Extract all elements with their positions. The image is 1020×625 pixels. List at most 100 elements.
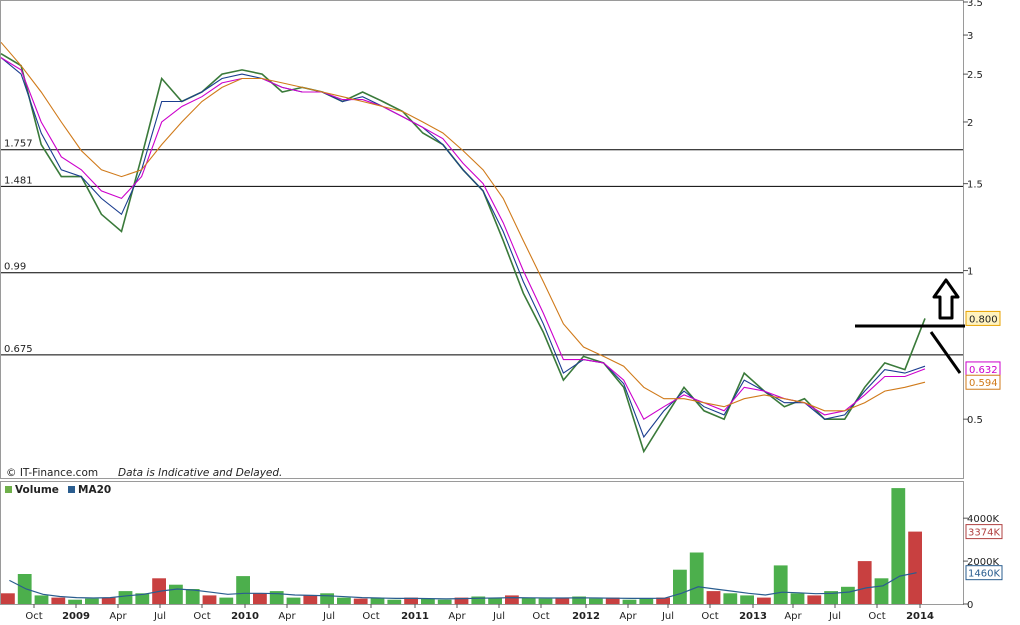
x-tick-label: Jul (322, 611, 335, 621)
price-panel-frame (0, 0, 964, 479)
volume-bar (34, 595, 49, 604)
volume-bars (1, 488, 922, 604)
price-y-tick-label: 2.5 (967, 70, 983, 81)
x-tick-label: Apr (278, 611, 296, 621)
x-tick-label: 2009 (62, 611, 90, 621)
volume-y-tick-label: 0 (967, 600, 973, 611)
volume-bar (202, 595, 217, 604)
x-tick-label: Apr (619, 611, 637, 621)
watermark-text: © IT-Finance.com (6, 467, 98, 479)
x-tick-label: 2014 (906, 611, 934, 621)
price-series-line (0, 41, 926, 412)
volume-bar (723, 593, 738, 604)
volume-bar (51, 597, 66, 604)
volume-bar (673, 569, 687, 604)
x-tick-label: Oct (701, 611, 718, 621)
price-y-tick-label: 2 (967, 118, 973, 129)
volume-bar (85, 598, 99, 604)
volume-bar (639, 598, 654, 604)
x-tick-label: 2010 (231, 611, 259, 621)
volume-bar (169, 584, 183, 604)
x-tick-label: Apr (784, 611, 802, 621)
x-tick-label: Apr (109, 611, 127, 621)
volume-bar (118, 591, 133, 604)
price-series-line (0, 57, 926, 420)
x-tick-label: 2012 (572, 611, 600, 621)
volume-bar (101, 597, 116, 604)
volume-y-tick-label: 4000K (967, 514, 999, 525)
level-label: 0.99 (4, 262, 26, 273)
volume-bar (219, 597, 234, 604)
volume-bar (320, 593, 334, 604)
ma20-legend-label: MA20 (78, 484, 111, 496)
volume-bar (437, 599, 452, 604)
price-y-tick-label: 3.5 (967, 0, 983, 9)
volume-bar (353, 598, 368, 604)
volume-bar (236, 576, 250, 604)
volume-bar (773, 565, 788, 604)
volume-bar (908, 531, 922, 604)
volume-bar (337, 597, 351, 604)
volume-bar (857, 561, 872, 604)
volume-bar (740, 595, 754, 604)
volume-bar (521, 597, 536, 604)
price-tags: 0.800 0.632 0.594 (965, 310, 1001, 390)
volume-bar (387, 599, 402, 604)
annotations (855, 278, 965, 374)
volume-bar (689, 552, 704, 604)
price-volume-chart: 1.757 1.481 0.99 0.675 3.5 3 2.5 2 1.5 1 0.5 0.80… (0, 0, 1003, 622)
price-y-tick-label: 0.5 (967, 415, 983, 426)
x-tick-label: Oct (868, 611, 885, 621)
volume-bar (68, 599, 82, 604)
diagonal-line (929, 331, 962, 374)
volume-bar (1, 593, 15, 604)
volume-bar (303, 595, 318, 604)
x-tick-label: Oct (25, 611, 42, 621)
volume-bar (790, 593, 805, 604)
ma20-legend-swatch (68, 486, 75, 493)
volume-tag-label: 1460K (968, 569, 1000, 580)
volume-bar (589, 598, 603, 604)
price-tag-label: 0.594 (969, 378, 998, 389)
x-tick-label: Oct (193, 611, 210, 621)
horizontal-levels: 1.757 1.481 0.99 0.675 (1, 139, 963, 356)
x-tick-label: Oct (362, 611, 379, 621)
volume-bar (807, 595, 822, 604)
chart-root: 1.757 1.481 0.99 0.675 3.5 3 2.5 2 1.5 1 0.5 0.80… (0, 0, 1020, 622)
disclaimer-text: Data is Indicative and Delayed. (118, 467, 282, 479)
volume-bar (706, 591, 721, 604)
price-y-tick-label: 1 (967, 267, 973, 278)
volume-bar (505, 595, 519, 604)
x-tick-label: Jul (661, 611, 674, 621)
x-tick-label: 2011 (401, 611, 429, 621)
x-tick-label: 2013 (739, 611, 767, 621)
price-series (0, 41, 926, 454)
x-axis: Oct 2009 Apr Jul Oct 2010 Apr Jul Oct 2011 Apr Jul O… (25, 604, 934, 622)
volume-bar (841, 586, 855, 604)
volume-bar (757, 597, 771, 604)
x-tick-label: Apr (448, 611, 466, 621)
price-y-tick-label: 1.5 (967, 180, 983, 191)
volume-bar (891, 488, 906, 604)
volume-bar (538, 598, 553, 604)
volume-bar (286, 597, 301, 604)
volume-bar (622, 599, 637, 604)
volume-legend-swatch (5, 486, 12, 493)
volume-bar (17, 574, 32, 604)
volume-bar (874, 578, 889, 604)
level-label: 1.481 (4, 175, 33, 186)
price-tag-label: 0.632 (969, 365, 998, 376)
x-tick-label: Jul (492, 611, 505, 621)
volume-tag-label: 3374K (968, 528, 1000, 539)
volume-bar (185, 589, 200, 604)
volume-bar (253, 593, 267, 604)
x-tick-label: Oct (532, 611, 549, 621)
price-y-tick-label: 3 (967, 31, 973, 42)
volume-bar (421, 598, 435, 604)
x-tick-label: Jul (828, 611, 841, 621)
volume-panel-frame (0, 481, 964, 605)
volume-legend-label: Volume (15, 484, 59, 496)
volume-tags: 3374K 1460K (965, 524, 1003, 581)
price-series-line (0, 53, 926, 454)
level-label: 1.757 (4, 139, 33, 150)
